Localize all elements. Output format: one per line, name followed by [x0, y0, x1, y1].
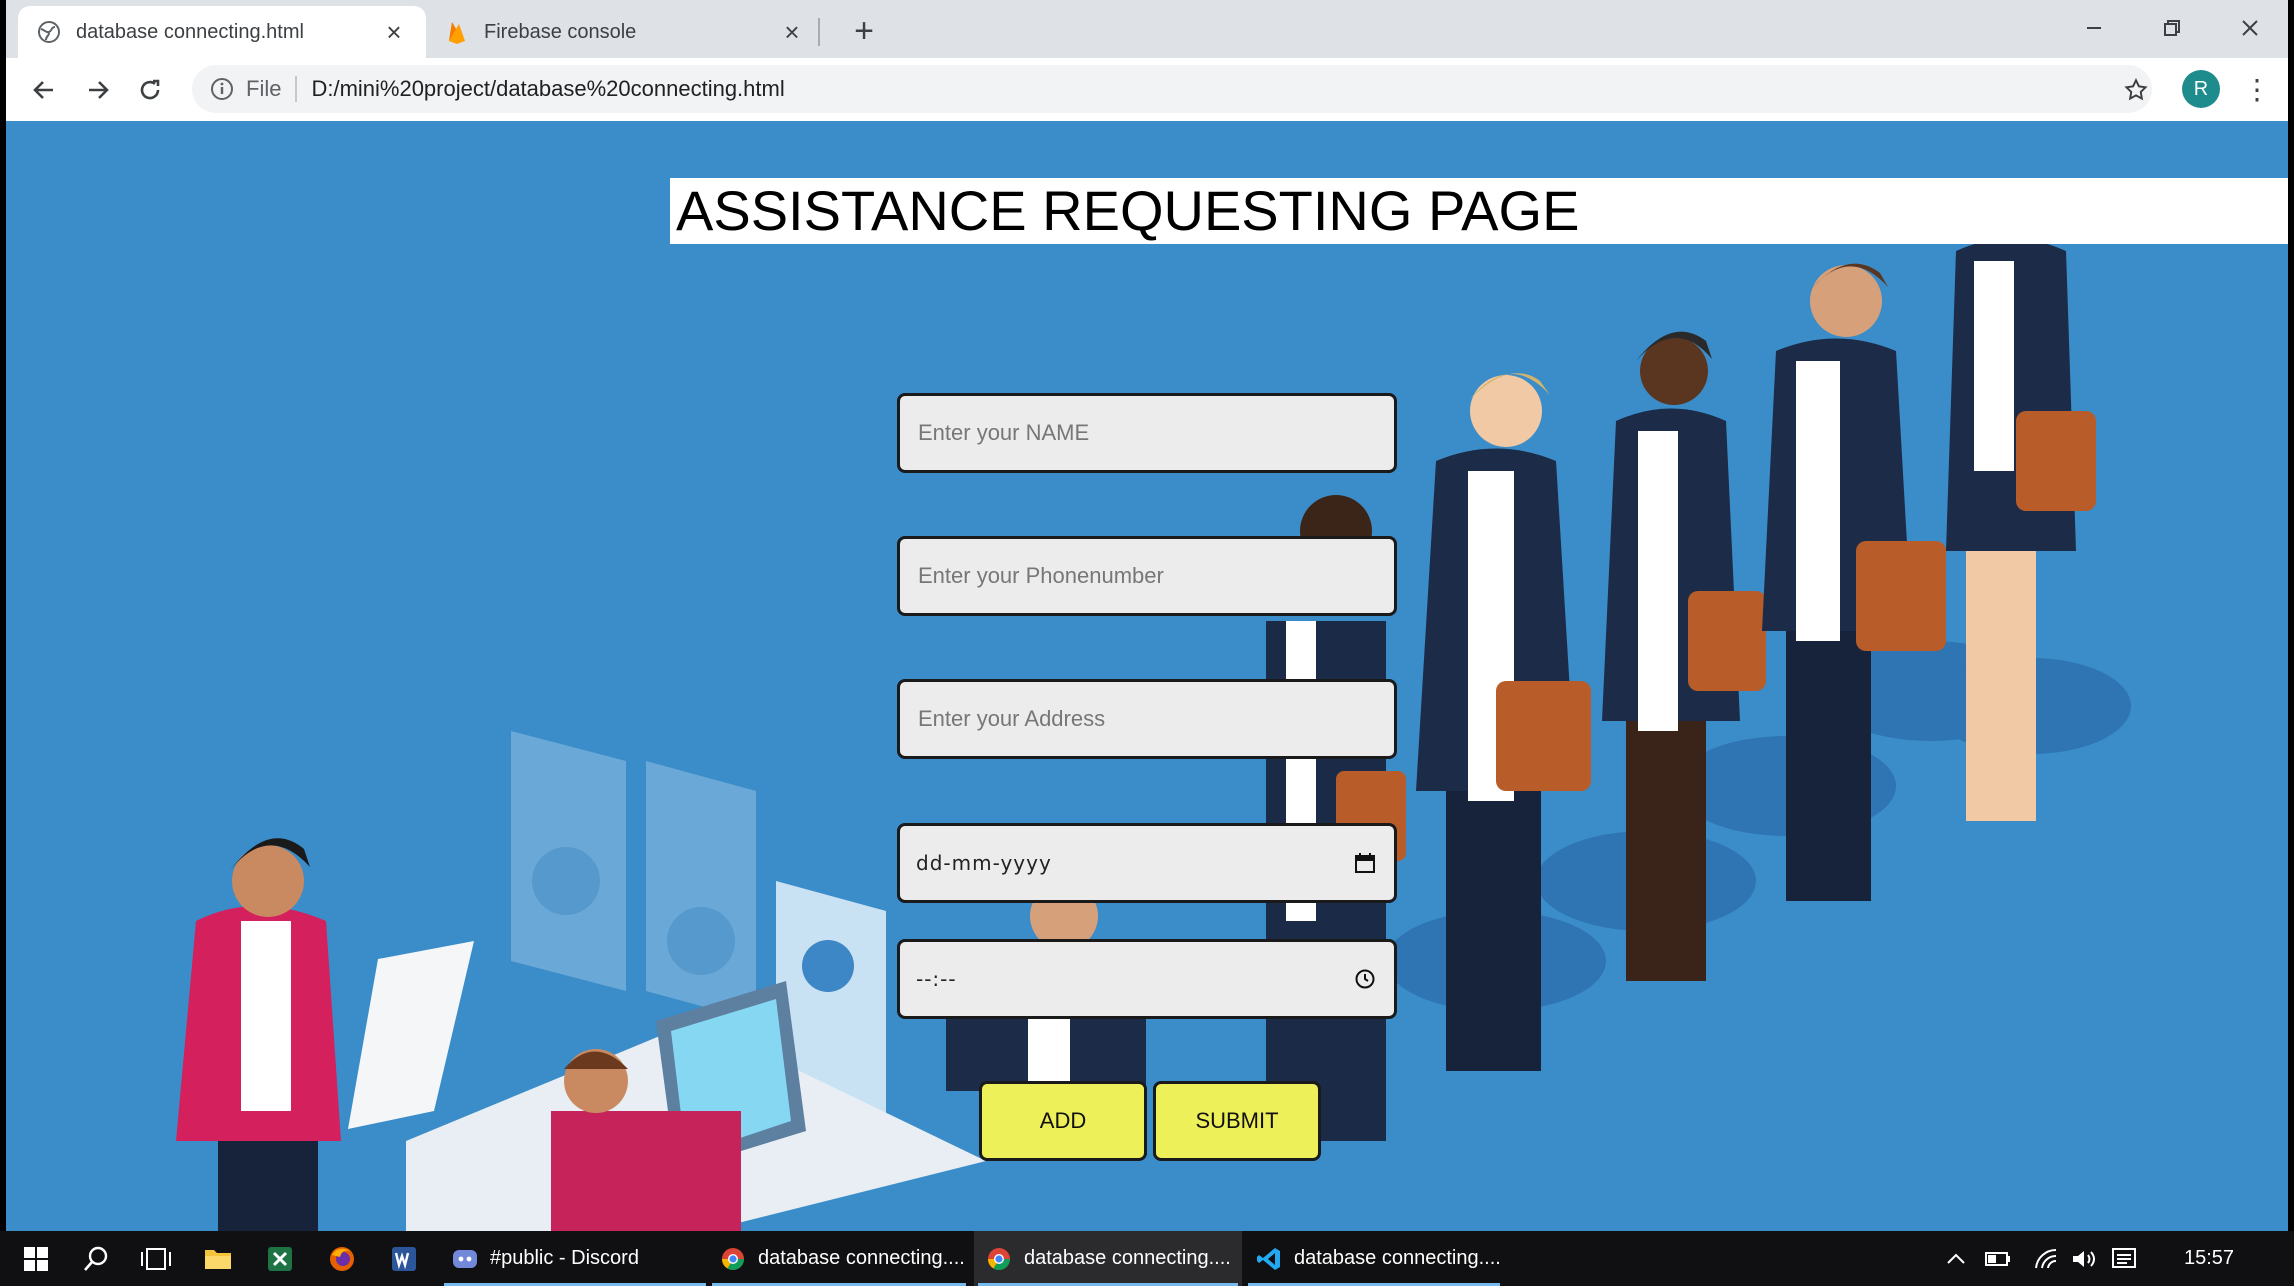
back-arrow-icon[interactable] — [26, 72, 62, 108]
background-illustration — [176, 238, 2131, 1231]
page-title: ASSISTANCE REQUESTING PAGE — [670, 178, 2288, 244]
forward-arrow-icon[interactable] — [80, 72, 116, 108]
globe-icon — [36, 19, 62, 45]
omnibox-divider — [295, 76, 298, 102]
firefox-icon[interactable] — [314, 1231, 370, 1286]
file-explorer-icon[interactable] — [190, 1231, 246, 1286]
taskbar-app-vscode[interactable]: database connecting.... — [1244, 1231, 1504, 1286]
menu-kebab-icon[interactable]: ⋮ — [2242, 70, 2272, 108]
phone-field[interactable] — [897, 536, 1397, 616]
profile-avatar[interactable]: R — [2182, 70, 2220, 108]
calendar-icon[interactable] — [1352, 850, 1378, 876]
tab-firebase-console[interactable]: Firebase console × — [426, 6, 824, 58]
phone-input[interactable] — [916, 538, 1378, 614]
page-viewport: ASSISTANCE REQUESTING PAGE dd-mm-yyyy --… — [6, 121, 2288, 1231]
clock-icon[interactable] — [1352, 966, 1378, 992]
time-mask: --:-- — [916, 967, 957, 991]
windows-start-icon[interactable] — [8, 1231, 64, 1286]
add-button[interactable]: ADD — [979, 1081, 1147, 1161]
browser-chrome: database connecting.html × Firebase cons… — [6, 0, 2288, 121]
business-person-3 — [1762, 263, 1946, 901]
chrome-icon — [720, 1246, 746, 1272]
reload-icon[interactable] — [132, 72, 168, 108]
notification-center-icon[interactable] — [2102, 1231, 2146, 1286]
close-tab-icon[interactable]: × — [380, 17, 408, 48]
date-mask: dd-mm-yyyy — [916, 851, 1052, 875]
tab-strip: database connecting.html × Firebase cons… — [6, 0, 2288, 58]
taskbar-app-label: database connecting.... — [1024, 1247, 1231, 1269]
taskbar-app-label: database connecting.... — [758, 1247, 965, 1269]
windows-taskbar: #public - Discord database connecting...… — [0, 1231, 2294, 1286]
close-tab-icon[interactable]: × — [778, 17, 806, 48]
submit-button[interactable]: SUBMIT — [1153, 1081, 1321, 1161]
info-icon[interactable] — [208, 75, 236, 103]
discord-icon — [452, 1246, 478, 1272]
battery-icon[interactable] — [1978, 1231, 2018, 1286]
search-icon[interactable] — [68, 1231, 124, 1286]
date-input[interactable]: dd-mm-yyyy — [897, 823, 1397, 903]
url-text[interactable]: D:/mini%20project/database%20connecting.… — [311, 76, 784, 102]
chevron-up-icon[interactable] — [1936, 1231, 1976, 1286]
taskbar-app-chrome-2[interactable]: database connecting.... — [974, 1231, 1242, 1286]
taskbar-app-label: #public - Discord — [490, 1247, 639, 1269]
taskbar-app-discord[interactable]: #public - Discord — [440, 1231, 710, 1286]
taskbar-app-chrome-1[interactable]: database connecting.... — [708, 1231, 970, 1286]
excel-icon[interactable] — [252, 1231, 308, 1286]
new-tab-button[interactable]: + — [844, 12, 884, 51]
address-bar[interactable]: File D:/mini%20project/database%20connec… — [192, 65, 2152, 113]
bookmark-star-icon[interactable] — [2118, 72, 2154, 108]
vscode-icon — [1256, 1246, 1282, 1272]
chrome-icon — [986, 1246, 1012, 1272]
taskbar-clock[interactable]: 15:57 — [2184, 1231, 2234, 1286]
tab-title: Firebase console — [484, 20, 637, 43]
wifi-icon[interactable] — [2026, 1231, 2066, 1286]
word-icon[interactable] — [376, 1231, 432, 1286]
address-field[interactable] — [897, 679, 1397, 759]
tab-title: database connecting.html — [76, 20, 304, 43]
browser-toolbar: File D:/mini%20project/database%20connec… — [6, 58, 2288, 121]
time-input[interactable]: --:-- — [897, 939, 1397, 1019]
minimize-icon[interactable] — [2064, 8, 2124, 48]
name-input[interactable] — [916, 395, 1378, 471]
tab-database-connecting[interactable]: database connecting.html × — [18, 6, 426, 58]
task-view-icon[interactable] — [128, 1231, 184, 1286]
volume-icon[interactable] — [2064, 1231, 2104, 1286]
firebase-icon — [444, 19, 470, 45]
close-window-icon[interactable] — [2220, 8, 2280, 48]
taskbar-app-label: database connecting.... — [1294, 1247, 1501, 1269]
name-field[interactable] — [897, 393, 1397, 473]
url-scheme-label: File — [246, 76, 282, 101]
restore-icon[interactable] — [2142, 8, 2202, 48]
address-input[interactable] — [916, 681, 1378, 757]
tab-separator — [818, 18, 820, 46]
